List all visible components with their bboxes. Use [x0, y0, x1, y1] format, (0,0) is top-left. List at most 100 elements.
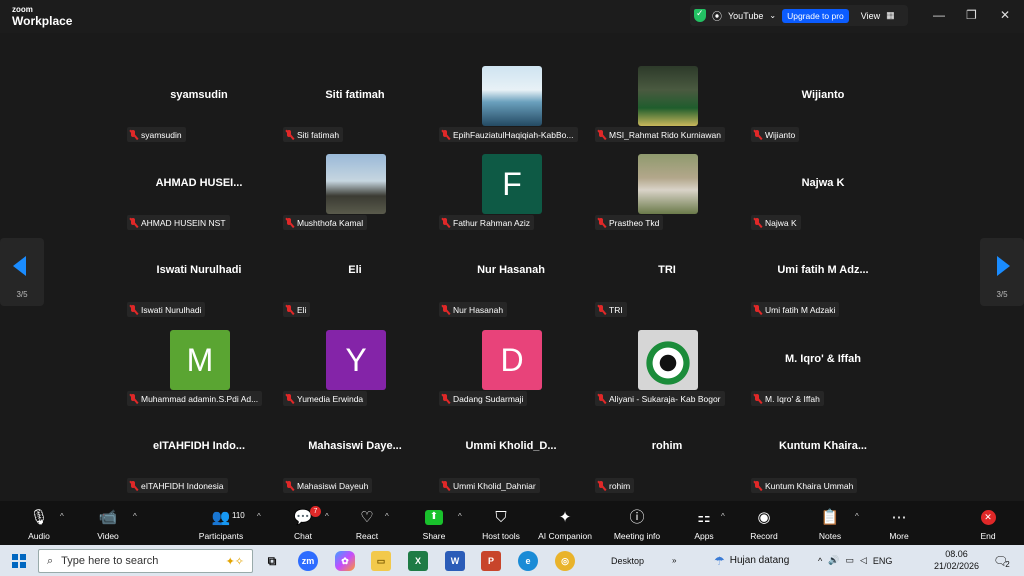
minimize-icon[interactable]: —	[933, 8, 945, 22]
restore-icon[interactable]: ❐	[966, 8, 977, 22]
end-call-icon: ✕	[980, 508, 996, 526]
shield-icon[interactable]	[694, 8, 706, 22]
mic-muted-icon	[285, 480, 294, 491]
participant-tile[interactable]: D Dadang Sudarmaji	[435, 330, 587, 412]
meeting-info-button[interactable]: ⓘ Meeting info	[610, 501, 664, 545]
weather-widget[interactable]: ☂ Hujan datang	[714, 545, 789, 576]
next-page-button[interactable]: 3/5	[980, 238, 1024, 306]
clock-date: 21/02/2026	[934, 560, 980, 571]
zoom-app-icon[interactable]: zm	[298, 551, 318, 571]
network-icon[interactable]: ▭	[845, 555, 854, 566]
language-label[interactable]: ENG	[873, 556, 893, 566]
chat-caret-icon[interactable]: ^	[325, 512, 329, 521]
notes-caret-icon[interactable]: ^	[855, 512, 859, 521]
stream-label[interactable]: YouTube	[728, 11, 763, 21]
apps-caret-icon[interactable]: ^	[721, 512, 725, 521]
share-caret-icon[interactable]: ^	[458, 512, 462, 521]
upgrade-button[interactable]: Upgrade to pro	[782, 8, 849, 23]
more-button[interactable]: ⋯ More	[885, 501, 913, 545]
participant-name: Mushthofa Kamal	[297, 217, 364, 228]
participant-name: AHMAD HUSEIN NST	[141, 217, 226, 228]
participant-tile[interactable]: Najwa K Najwa K	[747, 154, 899, 236]
participant-tile[interactable]: Prastheo Tkd	[591, 154, 743, 236]
participant-name: Umi fatih M Adzaki	[765, 304, 836, 315]
notifications-button[interactable]: 🗨 2	[993, 545, 1010, 576]
word-icon[interactable]: W	[445, 551, 465, 571]
participant-tile[interactable]: F Fathur Rahman Aziz	[435, 154, 587, 236]
participant-tile[interactable]: Ummi Kholid_D... Ummi Kholid_Dahniar	[435, 417, 587, 499]
participant-tile[interactable]: AHMAD HUSEI... AHMAD HUSEIN NST	[123, 154, 275, 236]
audio-caret-icon[interactable]: ^	[60, 512, 64, 521]
page-indicator-right: 3/5	[996, 290, 1008, 299]
participant-tile[interactable]: Eli Eli	[279, 241, 431, 323]
chrome-icon[interactable]: ◎	[555, 551, 575, 571]
close-icon[interactable]: ✕	[1000, 8, 1010, 22]
participants-caret-icon[interactable]: ^	[257, 512, 261, 521]
speaker-icon[interactable]: 🔊	[828, 555, 839, 566]
host-tools-button[interactable]: ⛉ Host tools	[479, 501, 523, 545]
participant-tile[interactable]: Wijianto Wijianto	[747, 66, 899, 148]
share-button[interactable]: ⬆ Share	[420, 501, 448, 545]
mic-muted-icon	[597, 129, 606, 140]
participant-tile[interactable]: Nur Hasanah Nur Hasanah	[435, 241, 587, 323]
participant-display-name: TRI	[658, 264, 676, 276]
participant-tile[interactable]: rohim rohim	[591, 417, 743, 499]
participant-tile[interactable]: M Muhammad adamin.S.Pdi Ad...	[123, 330, 275, 412]
audio-button[interactable]: 🎙 Audio	[25, 501, 53, 545]
participant-tile[interactable]: Mahasiswi Daye... Mahasiswi Dayeuh	[279, 417, 431, 499]
participant-tile[interactable]: Iswati Nurulhadi Iswati Nurulhadi	[123, 241, 275, 323]
video-caret-icon[interactable]: ^	[133, 512, 137, 521]
chevron-down-icon[interactable]: ⌄	[769, 11, 776, 20]
participant-tile[interactable]: eITAHFIDH Indo... eITAHFIDH Indonesia	[123, 417, 275, 499]
mic-muted-icon	[753, 217, 762, 228]
participant-name-label: Mahasiswi Dayeuh	[283, 478, 373, 493]
notes-button[interactable]: 📋 Notes	[816, 501, 844, 545]
ai-companion-button[interactable]: ✦ AI Companion	[535, 501, 595, 545]
participant-tile[interactable]: syamsudin syamsudin	[123, 66, 275, 148]
record-button[interactable]: ◉ Record	[748, 501, 780, 545]
participant-tile[interactable]: MSI_Rahmat Rido Kurniawan	[591, 66, 743, 148]
powerpoint-icon[interactable]: P	[481, 551, 501, 571]
participant-tile[interactable]: Mushthofa Kamal	[279, 154, 431, 236]
tray-expand-icon[interactable]: ^	[818, 556, 822, 566]
taskbar-search-box[interactable]: ⌕ Type here to search ✦✧	[38, 549, 253, 573]
end-button[interactable]: ✕ End	[975, 501, 1001, 545]
volume-icon[interactable]: ◁	[860, 555, 867, 566]
view-button[interactable]: View	[861, 11, 880, 21]
copilot-icon[interactable]: ✿	[335, 551, 355, 571]
live-stream-icon: ⦿	[712, 12, 722, 23]
participant-tile[interactable]: Umi fatih M Adz... Umi fatih M Adzaki	[747, 241, 899, 323]
mic-muted-icon	[753, 480, 762, 491]
participant-tile[interactable]: Siti fatimah Siti fatimah	[279, 66, 431, 148]
clock[interactable]: 08.06 21/02/2026	[934, 545, 979, 576]
grid-icon[interactable]: ▦	[886, 10, 895, 21]
task-view-icon[interactable]: ⧉	[262, 551, 282, 571]
desktop-toolbar[interactable]: Desktop »	[611, 545, 676, 576]
title-center-bar: ⦿ YouTube ⌄ Upgrade to pro View ▦	[690, 5, 908, 26]
mic-muted-icon	[129, 129, 138, 140]
react-button[interactable]: ♡ React	[353, 501, 381, 545]
participant-tile[interactable]: EpihFauziatulHaqiqiah-KabBo...	[435, 66, 587, 148]
mic-muted-icon	[129, 304, 138, 315]
participant-tile[interactable]: TRI TRI	[591, 241, 743, 323]
participant-tile[interactable]: M. Iqro' & Iffah M. Iqro' & Iffah	[747, 330, 899, 412]
edge-icon[interactable]: e	[518, 551, 538, 571]
participant-name: Fathur Rahman Aziz	[453, 217, 531, 228]
windows-start-icon[interactable]	[12, 554, 26, 568]
participants-button[interactable]: 👥 Participants	[196, 501, 246, 545]
participant-tile[interactable]: Y Yumedia Erwinda	[279, 330, 431, 412]
participant-tile[interactable]: Aliyani - Sukaraja- Kab Bogor	[591, 330, 743, 412]
file-explorer-icon[interactable]: ▭	[371, 551, 391, 571]
share-label: Share	[422, 531, 446, 541]
participant-name-label: eITAHFIDH Indonesia	[127, 478, 228, 493]
participant-tile[interactable]: Kuntum Khaira... Kuntum Khaira Ummah	[747, 417, 899, 499]
excel-icon[interactable]: X	[408, 551, 428, 571]
desktop-label: Desktop	[611, 555, 645, 566]
video-button[interactable]: 📹 Video	[94, 501, 122, 545]
search-highlight-icon: ✦✧	[225, 555, 244, 568]
chat-button[interactable]: 💬 Chat 7	[290, 501, 321, 545]
previous-page-button[interactable]: 3/5	[0, 238, 44, 306]
react-caret-icon[interactable]: ^	[385, 512, 389, 521]
apps-button[interactable]: ⚏ Apps	[690, 501, 718, 545]
host-tools-label: Host tools	[482, 531, 520, 541]
